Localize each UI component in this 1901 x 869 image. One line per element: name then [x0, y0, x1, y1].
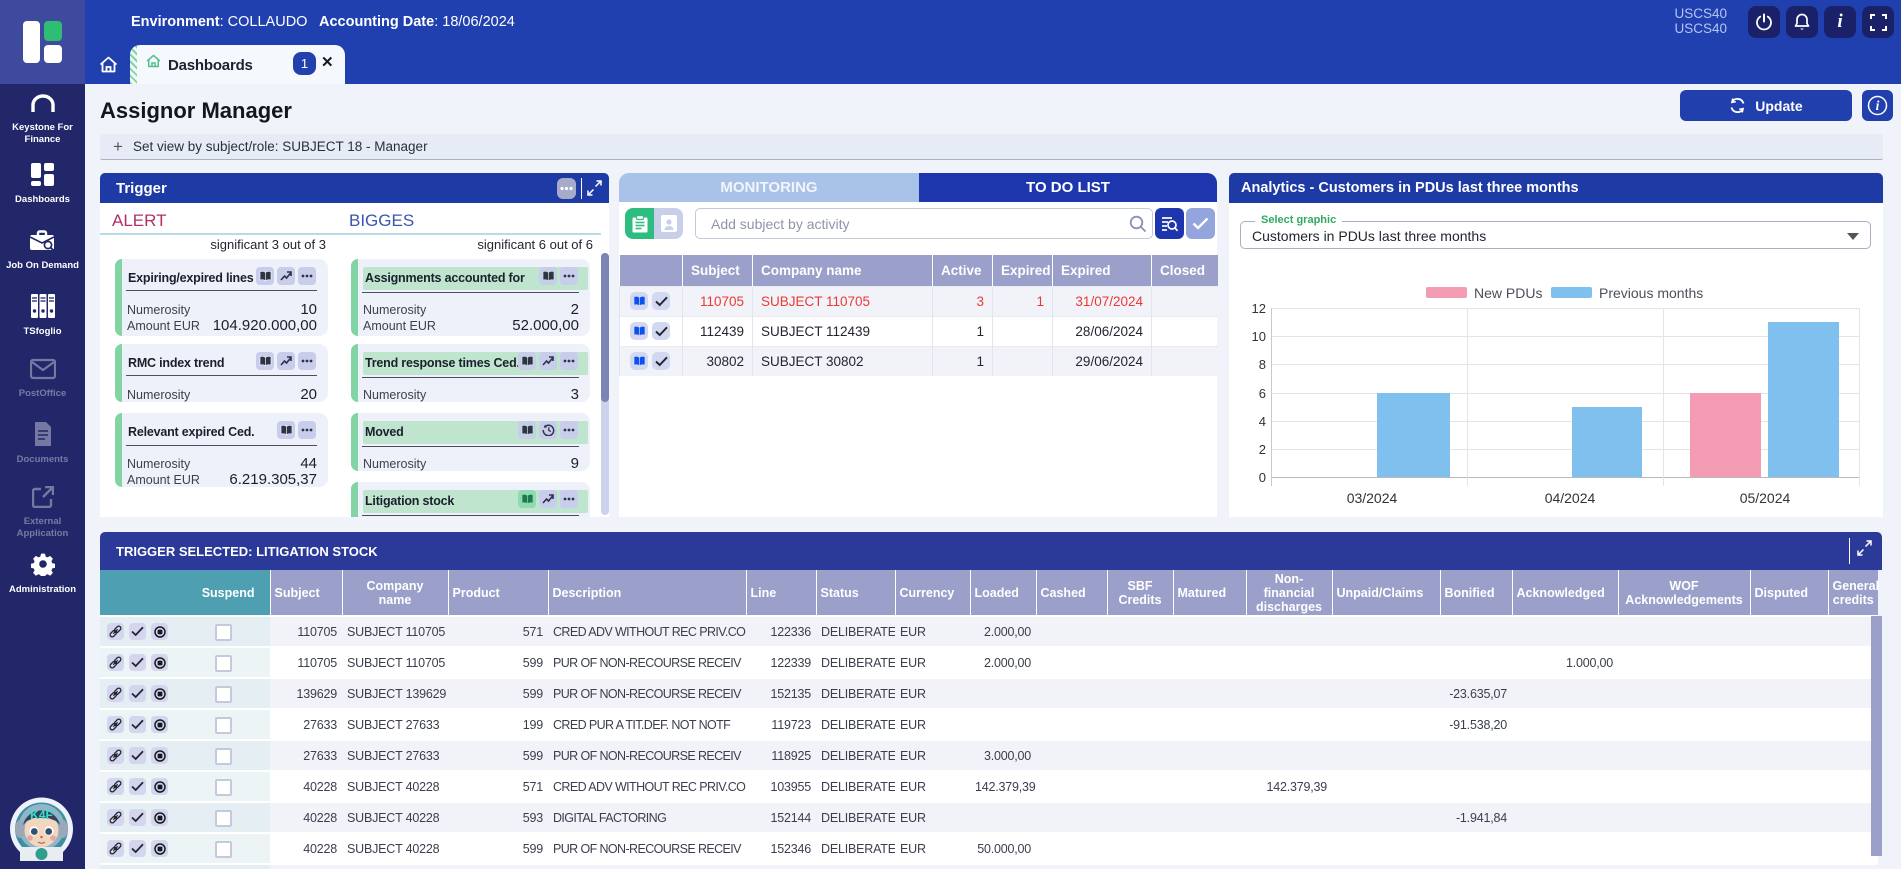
svg-text:i: i — [1876, 98, 1880, 113]
svg-text:K4F: K4F — [30, 808, 53, 822]
